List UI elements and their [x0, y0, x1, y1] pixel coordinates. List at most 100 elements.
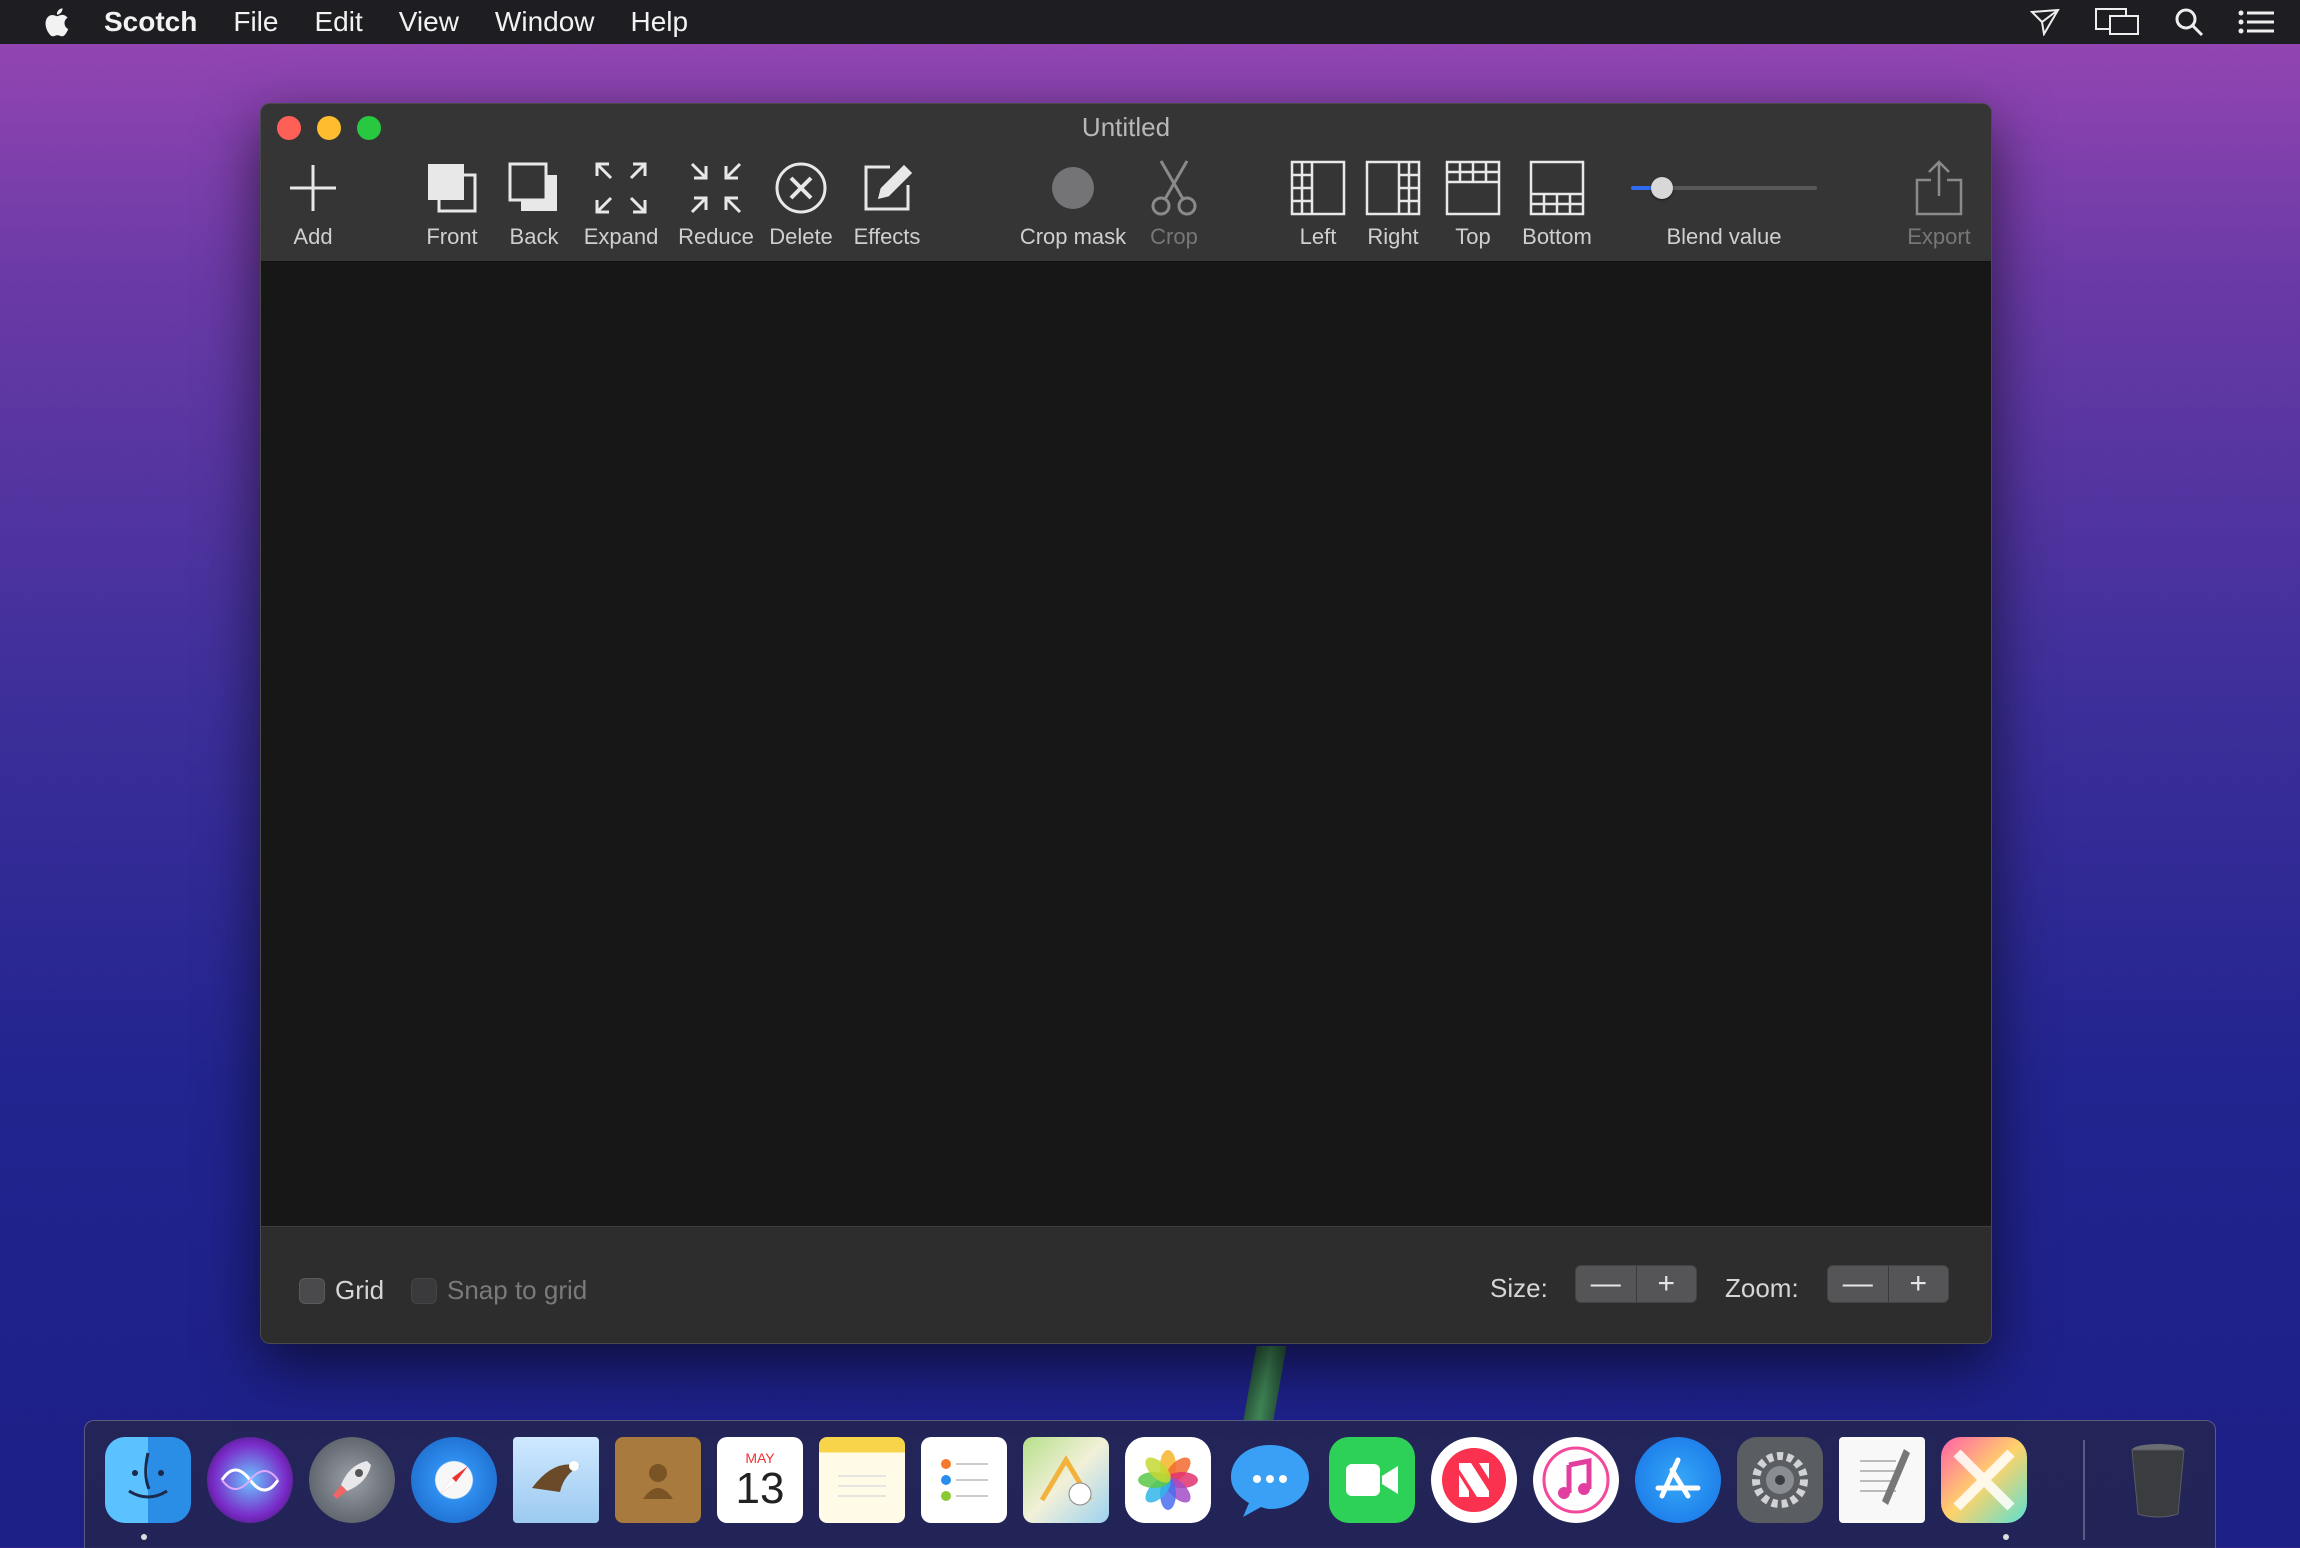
- menu-window[interactable]: Window: [495, 0, 595, 44]
- layout-right-icon: [1365, 156, 1421, 220]
- notes-icon[interactable]: [819, 1437, 905, 1523]
- zoom-in-button[interactable]: +: [1889, 1266, 1949, 1302]
- finder-running-indicator: [141, 1534, 147, 1540]
- bring-to-front-button[interactable]: Front: [417, 156, 487, 256]
- expand-button[interactable]: Expand: [573, 156, 669, 256]
- circle-mask-icon: [1050, 156, 1096, 220]
- crop-label: Crop: [1150, 224, 1198, 249]
- top-label: Top: [1455, 224, 1491, 249]
- layout-bottom-button[interactable]: Bottom: [1515, 156, 1599, 256]
- share-export-icon: [1913, 156, 1965, 220]
- slider-knob[interactable]: [1650, 177, 1673, 199]
- front-label: Front: [426, 224, 478, 249]
- size-decrease-button[interactable]: —: [1576, 1266, 1637, 1302]
- zoom-out-button[interactable]: —: [1828, 1266, 1889, 1302]
- back-label: Back: [509, 224, 559, 249]
- left-label: Left: [1299, 224, 1337, 249]
- add-button[interactable]: Add: [283, 156, 343, 256]
- scotch-app-icon[interactable]: [1941, 1437, 2027, 1523]
- app-store-icon[interactable]: [1635, 1437, 1721, 1523]
- messages-bubble-icon[interactable]: [1227, 1437, 1313, 1523]
- textedit-icon[interactable]: [1839, 1437, 1925, 1523]
- spotlight-search-icon[interactable]: [2174, 7, 2204, 37]
- photos-flower-icon[interactable]: [1125, 1437, 1211, 1523]
- news-icon[interactable]: [1431, 1437, 1517, 1523]
- reduce-label: Reduce: [678, 224, 754, 249]
- expand-label: Expand: [583, 224, 659, 249]
- display-mirroring-icon[interactable]: [2094, 7, 2140, 37]
- notification-center-icon[interactable]: [2238, 10, 2274, 34]
- calendar-day: 13: [735, 1464, 785, 1513]
- launchpad-rocket-icon[interactable]: [309, 1437, 395, 1523]
- snap-to-grid-label: Snap to grid: [447, 1275, 588, 1305]
- reduce-button[interactable]: Reduce: [669, 156, 763, 256]
- drawing-canvas[interactable]: [261, 262, 1991, 1226]
- itunes-music-note-icon[interactable]: [1533, 1437, 1619, 1523]
- contacts-book-icon[interactable]: [615, 1437, 701, 1523]
- add-label: Add: [293, 224, 333, 249]
- expand-arrows-icon: [593, 156, 649, 220]
- size-label: Size:: [1490, 1273, 1548, 1303]
- grid-checkbox[interactable]: Grid: [299, 1275, 384, 1306]
- mail-eagle-icon[interactable]: [513, 1437, 599, 1523]
- menu-help[interactable]: Help: [631, 0, 689, 44]
- snap-checkbox-box[interactable]: [411, 1277, 437, 1304]
- layout-top-button[interactable]: Top: [1441, 156, 1505, 256]
- layout-right-button[interactable]: Right: [1361, 156, 1425, 256]
- titlebar-toolbar: Untitled Add Front Back Expand Reduce De…: [261, 104, 1991, 262]
- maps-icon[interactable]: [1023, 1437, 1109, 1523]
- export-button[interactable]: Export: [1901, 156, 1977, 256]
- zoom-stepper: — +: [1827, 1265, 1949, 1303]
- system-preferences-gear-icon[interactable]: [1737, 1437, 1823, 1523]
- grid-checkbox-box[interactable]: [299, 1277, 325, 1304]
- menu-edit[interactable]: Edit: [314, 0, 362, 44]
- blend-value-control: Blend value: [1629, 156, 1819, 256]
- scissors-icon: [1151, 156, 1197, 220]
- dock: MAY 13: [84, 1420, 2216, 1548]
- bring-front-icon: [425, 156, 479, 220]
- crop-mask-label: Crop mask: [1019, 224, 1127, 249]
- blend-value-label: Blend value: [1666, 224, 1782, 249]
- menu-view[interactable]: View: [399, 0, 459, 44]
- wallpaper-plant: [1243, 1346, 1287, 1420]
- size-increase-button[interactable]: +: [1637, 1266, 1697, 1302]
- export-label: Export: [1907, 224, 1971, 249]
- effects-button[interactable]: Effects: [847, 156, 927, 256]
- snap-to-grid-checkbox[interactable]: Snap to grid: [411, 1275, 587, 1306]
- crop-button[interactable]: Crop: [1141, 156, 1207, 256]
- safari-compass-icon[interactable]: [411, 1437, 497, 1523]
- calendar-icon[interactable]: MAY 13: [717, 1437, 803, 1523]
- app-window: Untitled Add Front Back Expand Reduce De…: [260, 103, 1992, 1344]
- bottom-label: Bottom: [1522, 224, 1592, 249]
- bottom-bar: Grid Snap to grid Size: — + Zoom: — +: [261, 1226, 1991, 1343]
- edit-pencil-icon: [860, 156, 914, 220]
- reminders-icon[interactable]: [921, 1437, 1007, 1523]
- trash-icon[interactable]: [2115, 1437, 2201, 1523]
- apple-menu-icon[interactable]: [36, 0, 76, 44]
- dock-separator: [2083, 1440, 2085, 1540]
- layout-bottom-icon: [1529, 156, 1585, 220]
- facetime-camera-icon[interactable]: [1329, 1437, 1415, 1523]
- menu-file[interactable]: File: [233, 0, 278, 44]
- reduce-arrows-icon: [688, 156, 744, 220]
- send-back-icon: [507, 156, 561, 220]
- size-stepper: — +: [1575, 1265, 1697, 1303]
- layout-top-icon: [1445, 156, 1501, 220]
- finder-icon[interactable]: [105, 1437, 191, 1523]
- window-title: Untitled: [1081, 112, 1171, 142]
- send-to-back-button[interactable]: Back: [499, 156, 569, 256]
- menu-app-scotch[interactable]: Scotch: [104, 0, 197, 44]
- airdrop-icon[interactable]: [2030, 8, 2060, 36]
- menu-bar: Scotch File Edit View Window Help: [0, 0, 2300, 44]
- zoom-label: Zoom:: [1725, 1273, 1799, 1303]
- layout-left-button[interactable]: Left: [1287, 156, 1349, 256]
- blend-value-slider[interactable]: [1631, 156, 1817, 220]
- right-label: Right: [1367, 224, 1419, 249]
- crop-mask-button[interactable]: Crop mask: [1013, 156, 1133, 256]
- effects-label: Effects: [853, 224, 921, 249]
- grid-label: Grid: [335, 1275, 385, 1305]
- siri-icon[interactable]: [207, 1437, 293, 1523]
- delete-button[interactable]: Delete: [765, 156, 837, 256]
- plus-icon: [288, 156, 338, 220]
- layout-left-icon: [1290, 156, 1346, 220]
